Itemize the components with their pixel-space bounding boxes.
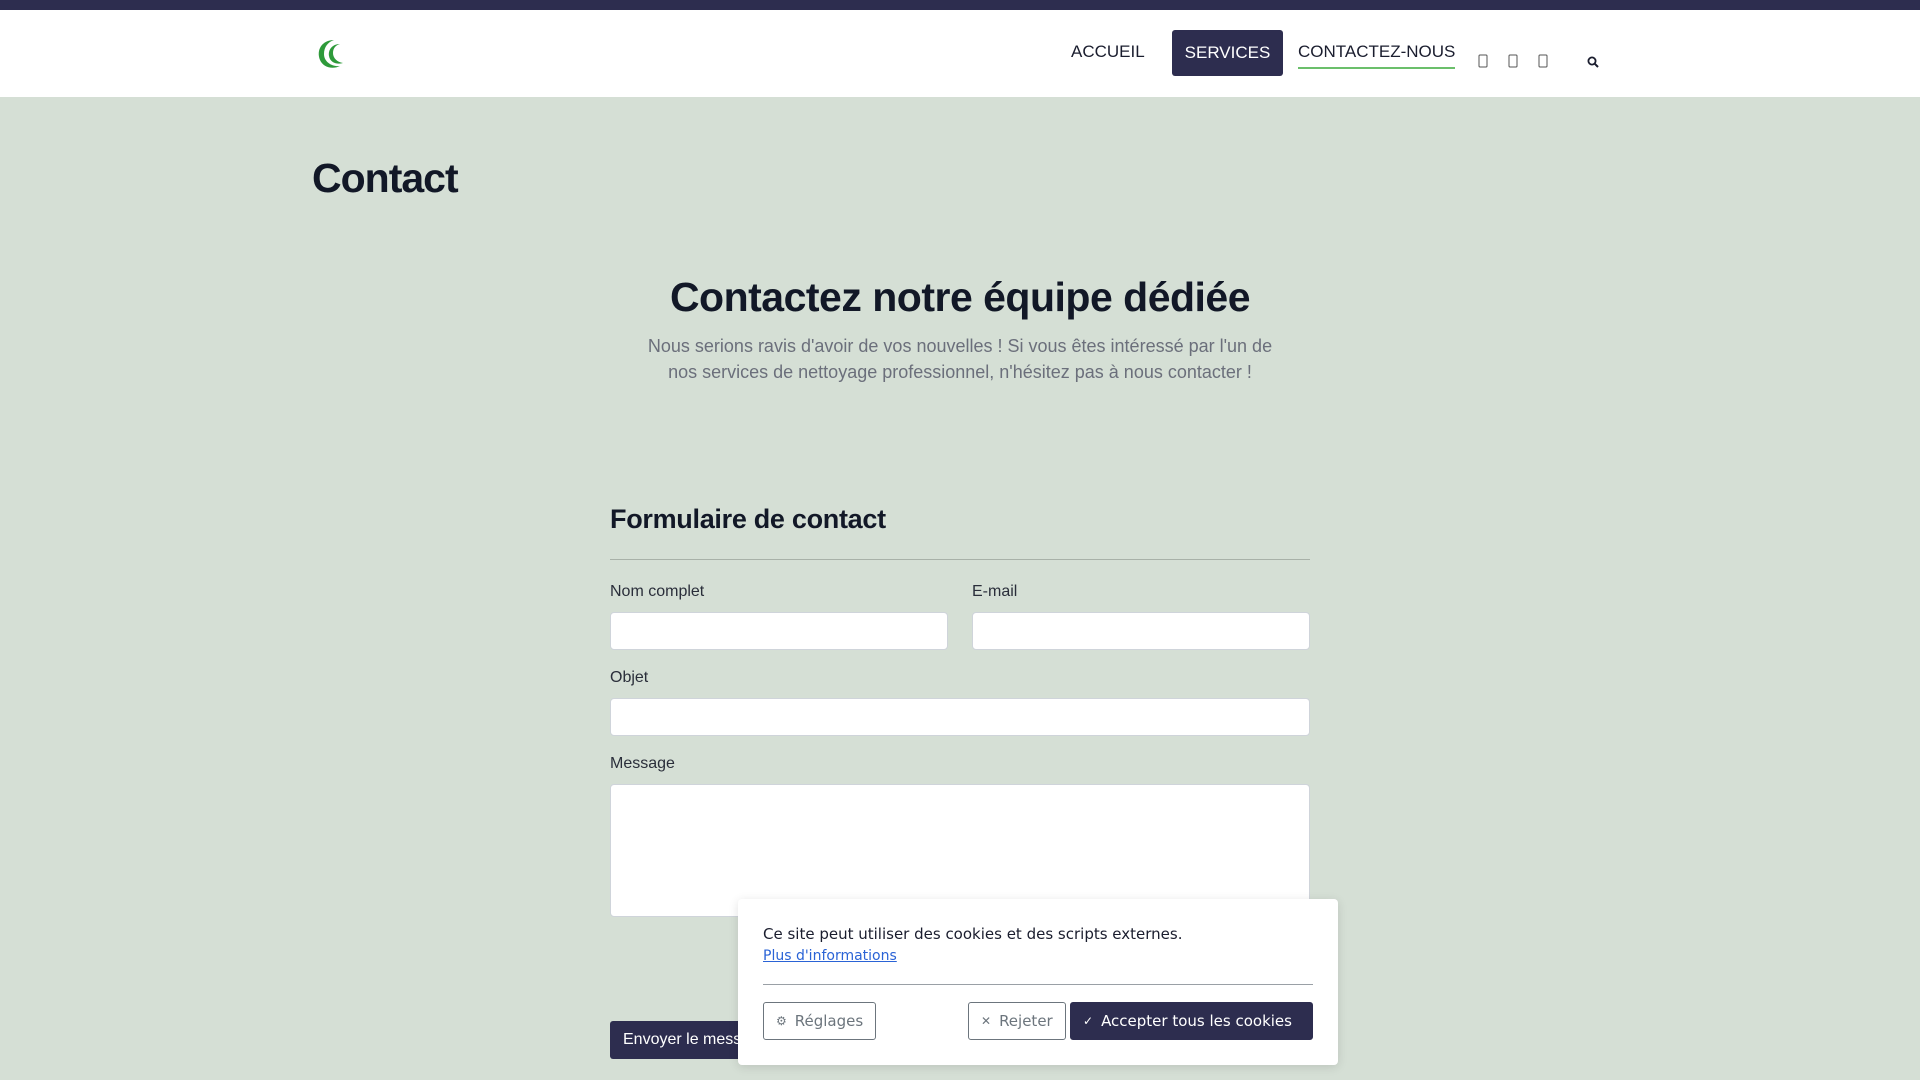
instagram-icon[interactable] [1508,54,1518,68]
linkedin-icon[interactable] [1538,54,1548,68]
top-accent-bar [0,0,1920,10]
section-title: Contactez notre équipe dédiée [669,274,1251,320]
cookie-divider [763,984,1313,985]
nav-contact-label: CONTACTEZ-NOUS [1298,42,1456,61]
cookie-text: Ce site peut utiliser des cookies et des… [763,925,1183,943]
cookie-banner: Ce site peut utiliser des cookies et des… [738,899,1338,1065]
form-divider [610,559,1310,560]
section-description: Nous serions ravis d'avoir de vos nouvel… [647,336,1273,382]
cookie-more-info-link[interactable]: Plus d'informations [763,948,897,964]
settings-icon: ⚙ [776,1014,787,1028]
cookie-accept-button[interactable]: ✓ Accepter tous les cookies [1070,1002,1313,1040]
email-label: E-mail [972,583,1018,600]
message-label: Message [610,755,675,772]
subject-field[interactable] [610,698,1310,736]
cookie-settings-button[interactable]: ⚙ Réglages [763,1002,876,1040]
site-header: ACCUEIL SERVICES CONTACTEZ-NOUS [0,10,1920,97]
subject-label: Objet [610,669,649,686]
cookie-reject-button[interactable]: ✕ Rejeter [968,1002,1066,1040]
name-label: Nom complet [610,583,705,600]
cookie-accept-label: Accepter tous les cookies [1101,1012,1292,1030]
nav-contact[interactable]: CONTACTEZ-NOUS [1298,30,1456,76]
name-field[interactable] [610,612,948,650]
check-icon: ✓ [1083,1014,1094,1028]
close-icon: ✕ [981,1014,992,1028]
cookie-settings-label: Réglages [794,1012,864,1030]
nav-home[interactable]: ACCUEIL [1071,30,1145,76]
message-field[interactable] [610,784,1310,917]
email-field[interactable] [972,612,1310,650]
page-title: Contact [312,155,459,201]
cookie-reject-label: Rejeter [999,1012,1053,1030]
search-icon[interactable] [1587,56,1599,68]
nav-services[interactable]: SERVICES [1172,30,1283,76]
form-title: Formulaire de contact [610,504,886,534]
logo-icon[interactable] [312,34,352,74]
active-underline [1298,67,1456,69]
facebook-icon[interactable] [1478,54,1488,68]
